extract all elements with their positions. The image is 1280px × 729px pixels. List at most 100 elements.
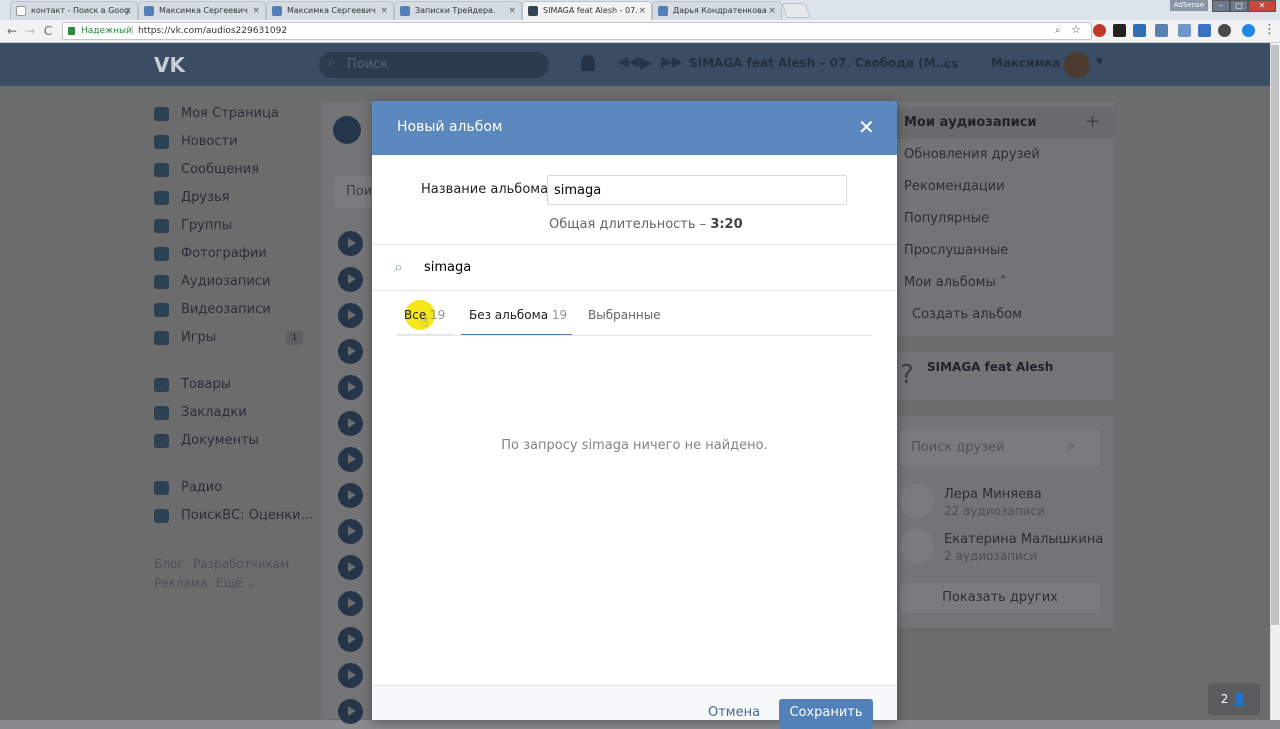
track-play-icon[interactable]	[338, 483, 363, 508]
address-bar[interactable]: Надежный | https://vk.com/audios22963109…	[62, 22, 1092, 40]
repeat-icon[interactable]: cs	[944, 57, 958, 71]
header-search-input[interactable]: ⌕ Поиск	[319, 52, 549, 78]
reload-icon[interactable]: C	[40, 22, 56, 40]
track-play-icon[interactable]	[338, 411, 363, 436]
footer-link-blog[interactable]: Блог	[154, 557, 184, 571]
sidebar-item-bookmarks[interactable]: Закладки	[154, 403, 247, 423]
track-play-icon[interactable]	[338, 591, 363, 616]
close-icon[interactable]: ✕	[858, 117, 875, 137]
friend-name[interactable]: Екатерина Малышкина	[944, 532, 1103, 547]
sidebar-item-news[interactable]: Новости	[154, 132, 238, 152]
browser-tab[interactable]: Максимка Сергеевич ×	[266, 1, 394, 20]
footer-link-more[interactable]: Ещё ⌄	[216, 576, 256, 590]
friend-avatar[interactable]	[900, 529, 934, 563]
show-more-friends-button[interactable]: Показать других	[900, 583, 1100, 613]
extension-icon[interactable]	[1178, 24, 1191, 37]
sidebar-item-games[interactable]: Игры 1	[154, 328, 304, 348]
track-play-icon[interactable]	[338, 699, 363, 724]
tab-no-album[interactable]: Без альбома 19	[469, 308, 567, 322]
footer-link-dev[interactable]: Разработчикам	[193, 557, 289, 571]
sidebar-item-friends[interactable]: Друзья	[154, 188, 230, 208]
album-name-input[interactable]: simaga	[547, 175, 847, 205]
play-icon[interactable]: ▶	[640, 53, 652, 72]
new-tab-button[interactable]	[781, 3, 811, 18]
tab-close-icon[interactable]: ×	[380, 2, 388, 20]
extension-icon[interactable]	[1218, 24, 1231, 37]
track-play-icon[interactable]	[338, 375, 363, 400]
track-play-icon[interactable]	[338, 663, 363, 688]
sidebar-item-photos[interactable]: Фотографии	[154, 244, 267, 264]
sidebar-item-my-page[interactable]: Моя Страница	[154, 104, 279, 124]
friend-search-input[interactable]: Поиск друзей ⌕	[900, 430, 1100, 466]
extension-icon[interactable]	[1093, 24, 1106, 37]
tab-close-icon[interactable]: ×	[252, 2, 260, 20]
track-play-icon[interactable]	[338, 555, 363, 580]
extension-icon[interactable]	[1242, 24, 1255, 37]
track-play-icon[interactable]	[338, 303, 363, 328]
browser-menu-icon[interactable]: ⋮	[1263, 22, 1276, 37]
window-close-button[interactable]: ✕	[1248, 0, 1276, 12]
friend-name[interactable]: Лера Миняева	[944, 487, 1042, 502]
minimize-button[interactable]: –	[1212, 0, 1230, 12]
bookmark-star-icon[interactable]: ☆	[1071, 22, 1081, 38]
maximize-button[interactable]: □	[1230, 0, 1248, 12]
sidebar-item-documents[interactable]: Документы	[154, 431, 259, 451]
track-play-icon[interactable]	[338, 339, 363, 364]
extension-icon[interactable]	[1133, 24, 1146, 37]
now-playing-card-title[interactable]: SIMAGA feat Alesh	[927, 360, 1053, 374]
browser-tab-active[interactable]: SIMAGA feat Alesh - 07. ×	[522, 1, 652, 20]
sidebar-item-poiskvs[interactable]: ПоискВС: Оценки...	[154, 506, 313, 526]
tab-close-icon[interactable]: ×	[508, 2, 516, 20]
forward-icon[interactable]: →	[22, 22, 38, 40]
back-icon[interactable]: ←	[4, 22, 20, 40]
main-play-icon[interactable]	[333, 116, 361, 144]
vk-logo[interactable]: VK	[154, 53, 185, 77]
extension-icon[interactable]	[1113, 24, 1126, 37]
browser-tab[interactable]: Записки Трейдера. ×	[394, 1, 522, 20]
chat-widget-button[interactable]: 2 👤	[1208, 683, 1260, 715]
next-track-icon[interactable]: ▶▶	[661, 54, 683, 70]
track-play-icon[interactable]	[338, 627, 363, 652]
user-name[interactable]: Максимка	[991, 56, 1061, 70]
zoom-icon[interactable]: ⌕	[1055, 23, 1061, 39]
notifications-bell-icon[interactable]	[581, 55, 595, 71]
browser-tab[interactable]: контакт - Поиск в Goog ×	[10, 1, 138, 20]
track-play-icon[interactable]	[338, 267, 363, 292]
nav-listened[interactable]: Прослушанные	[904, 243, 1008, 258]
sidebar-item-groups[interactable]: Группы	[154, 216, 232, 236]
nav-friends-updates[interactable]: Обновления друзей	[904, 147, 1040, 162]
sidebar-item-audio[interactable]: Аудиозаписи	[154, 272, 270, 292]
tab-close-icon[interactable]: ×	[124, 2, 132, 20]
track-play-icon[interactable]	[338, 231, 363, 256]
browser-tab[interactable]: Максимка Сергеевич ×	[138, 1, 266, 20]
extension-icon[interactable]	[1198, 24, 1211, 37]
nav-popular[interactable]: Популярные	[904, 211, 989, 226]
browser-tab[interactable]: Дарья Кондратенкова ×	[652, 1, 782, 20]
friend-avatar[interactable]	[900, 484, 934, 518]
nav-recommendations[interactable]: Рекомендации	[904, 179, 1005, 194]
track-play-icon[interactable]	[338, 447, 363, 472]
cancel-button[interactable]: Отмена	[708, 705, 760, 720]
save-button[interactable]: Сохранить	[779, 699, 873, 729]
scrollbar-thumb[interactable]	[1271, 45, 1279, 625]
now-playing-title[interactable]: SIMAGA feat Alesh – 07. Свобода (М...	[689, 56, 949, 70]
sidebar-item-radio[interactable]: Радио	[154, 478, 222, 498]
prev-track-icon[interactable]: ◀◀	[618, 54, 640, 70]
extension-icon[interactable]	[1155, 24, 1168, 37]
modal-search-input[interactable]: simaga	[424, 260, 471, 275]
chevron-down-icon[interactable]: ▼	[1096, 57, 1103, 67]
nav-my-audio[interactable]: Мои аудиозаписи	[904, 115, 1037, 130]
nav-my-albums[interactable]: Мои альбомы ˄	[904, 275, 1006, 290]
tab-close-icon[interactable]: ×	[768, 2, 776, 20]
add-audio-icon[interactable]: +	[1085, 111, 1100, 132]
now-playing-card	[890, 351, 1115, 401]
nav-create-album[interactable]: Создать альбом	[912, 307, 1022, 322]
sidebar-item-market[interactable]: Товары	[154, 375, 231, 395]
avatar[interactable]	[1064, 52, 1090, 78]
sidebar-item-messages[interactable]: Сообщения	[154, 160, 259, 180]
tab-selected[interactable]: Выбранные	[588, 308, 661, 322]
tab-close-icon[interactable]: ×	[638, 2, 646, 20]
track-play-icon[interactable]	[338, 519, 363, 544]
footer-link-ads[interactable]: Реклама	[154, 576, 207, 590]
sidebar-item-video[interactable]: Видеозаписи	[154, 300, 271, 320]
